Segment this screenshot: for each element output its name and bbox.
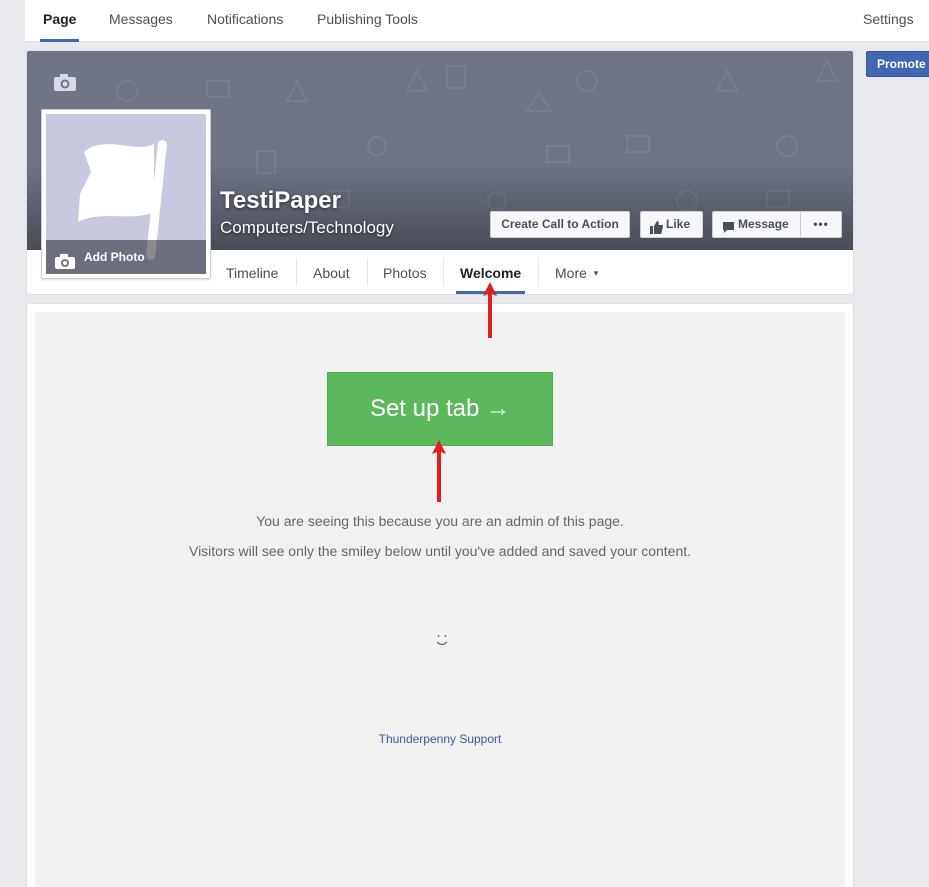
tab-divider <box>296 258 297 286</box>
tab-divider <box>443 258 444 286</box>
annotation-arrow-up-icon <box>432 440 446 502</box>
chevron-down-icon: ▾ <box>593 268 599 278</box>
like-label: Like <box>666 217 691 231</box>
add-photo-label: Add Photo <box>84 250 145 264</box>
set-up-tab-button[interactable]: Set up tab → <box>327 372 553 446</box>
create-call-to-action-button[interactable]: Create Call to Action <box>490 211 630 238</box>
message-button-group: Message ••• <box>712 211 842 238</box>
visitor-notice: Visitors will see only the smiley below … <box>188 543 692 559</box>
topbar-tab-publishing-tools[interactable]: Publishing Tools <box>317 0 418 42</box>
page-category[interactable]: Computers/Technology <box>220 218 394 238</box>
camera-icon <box>54 249 76 274</box>
topbar-tab-page[interactable]: Page <box>39 0 80 42</box>
speech-bubble-icon <box>722 218 735 243</box>
topbar-settings-link[interactable]: Settings <box>863 0 914 42</box>
topbar-tab-messages[interactable]: Messages <box>109 0 173 42</box>
promote-button[interactable]: Promote <box>866 51 929 77</box>
message-label: Message <box>738 217 789 231</box>
tab-divider <box>538 258 539 286</box>
message-button[interactable]: Message <box>713 212 801 237</box>
admin-notice: You are seeing this because you are an a… <box>256 513 624 529</box>
like-button[interactable]: Like <box>640 211 703 238</box>
add-photo-button[interactable]: Add Photo <box>46 240 206 274</box>
page-title[interactable]: TestiPaper <box>220 187 341 215</box>
tab-about[interactable]: About <box>313 252 350 294</box>
tab-more[interactable]: More ▾ <box>555 252 598 294</box>
thumbs-up-icon <box>650 218 663 243</box>
more-options-button[interactable]: ••• <box>801 212 841 237</box>
profile-picture[interactable]: Add Photo <box>41 109 211 279</box>
thunderpenny-support-link[interactable]: Thunderpenny Support <box>35 732 845 746</box>
change-cover-camera-icon[interactable] <box>53 73 77 97</box>
tab-photos[interactable]: Photos <box>383 252 427 294</box>
topbar-tab-notifications[interactable]: Notifications <box>207 0 283 42</box>
annotation-arrow-up-icon <box>483 282 497 338</box>
tab-more-label: More <box>555 265 587 281</box>
tab-timeline[interactable]: Timeline <box>226 252 278 294</box>
smiley-icon <box>430 632 454 652</box>
tab-divider <box>367 258 368 286</box>
